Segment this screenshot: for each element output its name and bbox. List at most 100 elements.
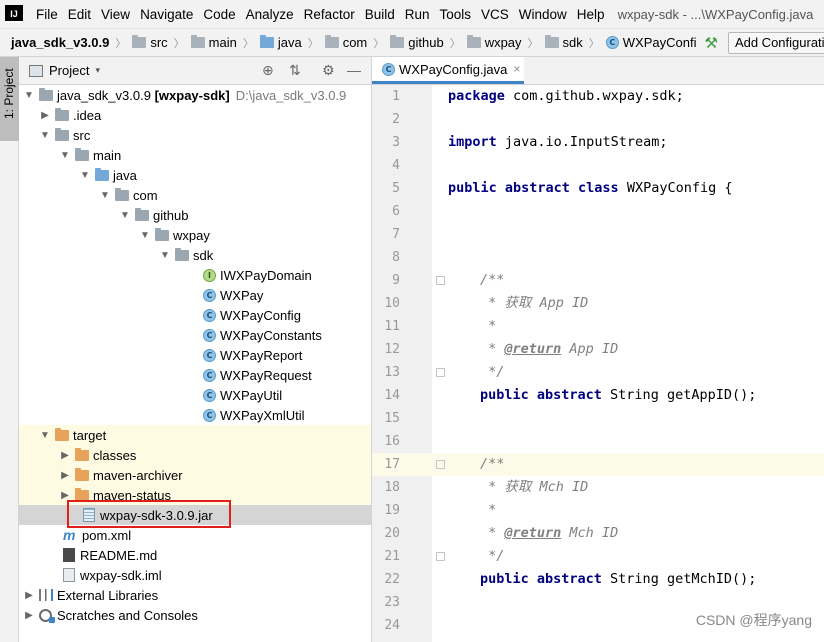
chevron-right-icon[interactable]: ▶: [59, 490, 71, 501]
tree-item-label: README.md: [80, 547, 158, 563]
project-tool-window-tab[interactable]: 1: Project: [0, 57, 19, 141]
tree-item-class[interactable]: C WXPayXmlUtil: [19, 405, 371, 425]
chevron-down-icon[interactable]: ▼: [99, 190, 111, 201]
tree-item-sdk[interactable]: ▼ sdk: [19, 245, 371, 265]
menu-code[interactable]: Code: [198, 7, 240, 22]
menu-vcs[interactable]: VCS: [476, 7, 514, 22]
menu-window[interactable]: Window: [514, 7, 572, 22]
menu-view[interactable]: View: [96, 7, 135, 22]
gear-icon[interactable]: ⚙: [322, 62, 335, 79]
tree-item-label: WXPayXmlUtil: [220, 407, 305, 423]
code-comment: */: [480, 364, 505, 380]
tree-item-main[interactable]: ▼ main: [19, 145, 371, 165]
chevron-down-icon[interactable]: ▼: [23, 90, 35, 101]
tree-item-class[interactable]: C WXPayUtil: [19, 385, 371, 405]
tree-item-target[interactable]: ▼ target: [19, 425, 371, 445]
breadcrumb-github[interactable]: 〉 github: [367, 35, 444, 51]
tree-item-pom[interactable]: m pom.xml: [19, 525, 371, 545]
tree-item-class[interactable]: C WXPayConfig: [19, 305, 371, 325]
chevron-down-icon[interactable]: ▼: [59, 150, 71, 161]
tree-item-maven-archiver[interactable]: ▶ maven-archiver: [19, 465, 371, 485]
chevron-down-icon[interactable]: ▾: [95, 65, 100, 76]
tree-item-class[interactable]: C WXPayConstants: [19, 325, 371, 345]
tree-item-wxpay[interactable]: ▼ wxpay: [19, 225, 371, 245]
tree-item-iml[interactable]: wxpay-sdk.iml: [19, 565, 371, 585]
menu-analyze[interactable]: Analyze: [241, 7, 299, 22]
chevron-down-icon[interactable]: ▼: [39, 130, 51, 141]
breadcrumb-src[interactable]: 〉 src: [109, 35, 168, 51]
tree-item-java[interactable]: ▼ java: [19, 165, 371, 185]
code-line: 16: [372, 430, 824, 453]
fold-marker-icon[interactable]: [436, 276, 445, 285]
code-comment: *: [480, 318, 497, 334]
menu-build[interactable]: Build: [360, 7, 400, 22]
tree-item-class[interactable]: C WXPayReport: [19, 345, 371, 365]
package-icon: [115, 187, 129, 201]
line-number: 8: [392, 250, 400, 265]
tree-item-scratches[interactable]: ▶ Scratches and Consoles: [19, 605, 371, 625]
build-hammer-icon[interactable]: ⚒: [704, 34, 717, 52]
fold-marker-icon[interactable]: [436, 460, 445, 469]
hide-panel-icon[interactable]: —: [347, 62, 361, 78]
class-icon: C: [203, 388, 216, 402]
chevron-right-icon[interactable]: ▶: [59, 470, 71, 481]
add-configuration-button[interactable]: Add Configuration...: [727, 31, 824, 54]
tree-item-com[interactable]: ▼ com: [19, 185, 371, 205]
line-number: 23: [384, 595, 400, 610]
menu-file[interactable]: File: [31, 7, 63, 22]
class-icon: C: [203, 408, 216, 422]
tree-item-class[interactable]: I IWXPayDomain: [19, 265, 371, 285]
breadcrumb-com[interactable]: 〉 com: [302, 35, 368, 51]
project-panel-header: Project ▾ ⊕ ⇅ ⚙ —: [19, 57, 371, 85]
breadcrumb-sdk[interactable]: 〉 sdk: [522, 35, 583, 51]
fold-marker-icon[interactable]: [436, 368, 445, 377]
tab-wxpayconfig[interactable]: C WXPayConfig.java ×: [372, 57, 524, 84]
menu-help[interactable]: Help: [572, 7, 610, 22]
menu-navigate[interactable]: Navigate: [135, 7, 198, 22]
breadcrumb-wxpay[interactable]: 〉 wxpay: [444, 35, 522, 51]
code-editor[interactable]: 1 package com.github.wxpay.sdk; 2 3 import…: [371, 85, 824, 642]
chevron-right-icon[interactable]: ▶: [59, 450, 71, 461]
folder-icon: [55, 107, 69, 121]
locate-file-icon[interactable]: ⊕: [262, 62, 274, 79]
chevron-down-icon[interactable]: ▼: [159, 250, 171, 261]
breadcrumb-label: src: [150, 35, 168, 50]
tree-item-project-root[interactable]: ▼ java_sdk_v3.0.9 [wxpay-sdk] D:\java_sd…: [19, 85, 371, 105]
tree-item-label: src: [73, 127, 91, 143]
close-icon[interactable]: ×: [513, 62, 520, 76]
chevron-down-icon[interactable]: ▼: [119, 210, 131, 221]
menu-tools[interactable]: Tools: [435, 7, 477, 22]
tree-item-github[interactable]: ▼ github: [19, 205, 371, 225]
breadcrumb-main[interactable]: 〉 main: [168, 35, 237, 51]
code-line: 3 import java.io.InputStream;: [372, 131, 824, 154]
tree-item-idea[interactable]: ▶ .idea: [19, 105, 371, 125]
project-view-selector[interactable]: Project: [49, 63, 89, 78]
menu-refactor[interactable]: Refactor: [299, 7, 360, 22]
collapse-all-icon[interactable]: ⇅: [289, 62, 301, 79]
breadcrumb-label: com: [342, 35, 368, 50]
line-number: 22: [384, 572, 400, 587]
breadcrumb-file[interactable]: 〉 C WXPayConfi: [583, 35, 697, 51]
breadcrumb-java[interactable]: 〉 java: [237, 35, 302, 51]
tree-item-readme[interactable]: README.md: [19, 545, 371, 565]
chevron-right-icon: 〉: [373, 37, 385, 50]
breadcrumb-project[interactable]: java_sdk_v3.0.9: [11, 35, 109, 50]
menu-edit[interactable]: Edit: [63, 7, 96, 22]
tree-item-src[interactable]: ▼ src: [19, 125, 371, 145]
excluded-folder-icon: [55, 427, 69, 441]
chevron-down-icon[interactable]: ▼: [79, 170, 91, 181]
chevron-right-icon[interactable]: ▶: [39, 110, 51, 121]
chevron-right-icon[interactable]: ▶: [23, 610, 35, 621]
chevron-right-icon[interactable]: ▶: [23, 590, 35, 601]
tree-item-class[interactable]: C WXPayRequest: [19, 365, 371, 385]
window-title: wxpay-sdk - ...\WXPayConfig.java: [617, 6, 814, 22]
chevron-down-icon[interactable]: ▼: [39, 430, 51, 441]
tree-item-external-libraries[interactable]: ▶ External Libraries: [19, 585, 371, 605]
fold-marker-icon[interactable]: [436, 552, 445, 561]
menu-run[interactable]: Run: [400, 7, 435, 22]
tree-item-class[interactable]: C WXPay: [19, 285, 371, 305]
line-number: 12: [384, 342, 400, 357]
tree-item-label: pom.xml: [82, 527, 132, 543]
chevron-down-icon[interactable]: ▼: [139, 230, 151, 241]
tree-item-target-classes[interactable]: ▶ classes: [19, 445, 371, 465]
